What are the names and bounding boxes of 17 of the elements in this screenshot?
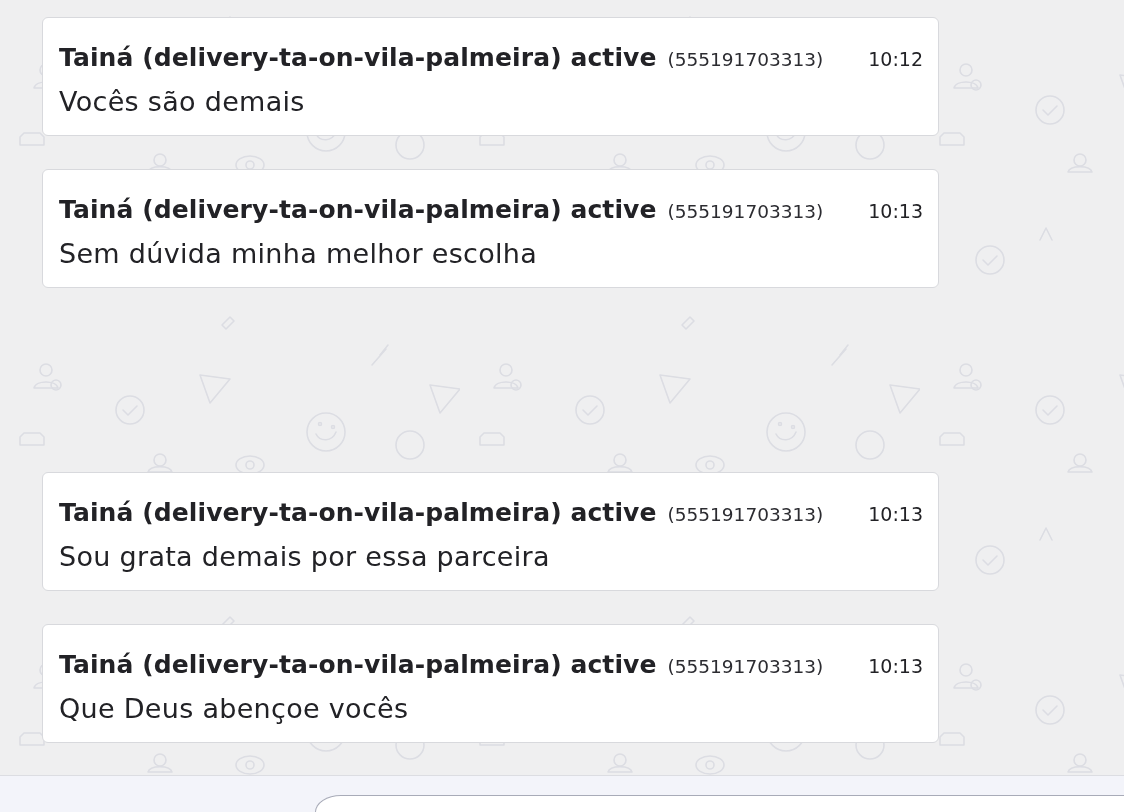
phone-number: (555191703313): [667, 503, 824, 527]
message-text: Sou grata demais por essa parceira: [59, 541, 550, 572]
sender-name: Tainá (delivery-ta-on-vila-palmeira) active: [59, 650, 657, 679]
phone-number: (555191703313): [667, 655, 824, 679]
message-input[interactable]: [315, 795, 1124, 812]
message-time: 10:13: [868, 199, 923, 224]
phone-number: (555191703313): [667, 48, 824, 72]
message-text: Vocês são demais: [59, 86, 305, 117]
sender-name: Tainá (delivery-ta-on-vila-palmeira) active: [59, 498, 657, 527]
message-time: 10:12: [868, 47, 923, 72]
sender-name: Tainá (delivery-ta-on-vila-palmeira) active: [59, 195, 657, 224]
phone-number: (555191703313): [667, 200, 824, 224]
message-text: Que Deus abençoe vocês: [59, 693, 409, 724]
message-time: 10:13: [868, 654, 923, 679]
message-time: 10:13: [868, 502, 923, 527]
sender-name: Tainá (delivery-ta-on-vila-palmeira) active: [59, 43, 657, 72]
message-text: Sem dúvida minha melhor escolha: [59, 238, 538, 269]
